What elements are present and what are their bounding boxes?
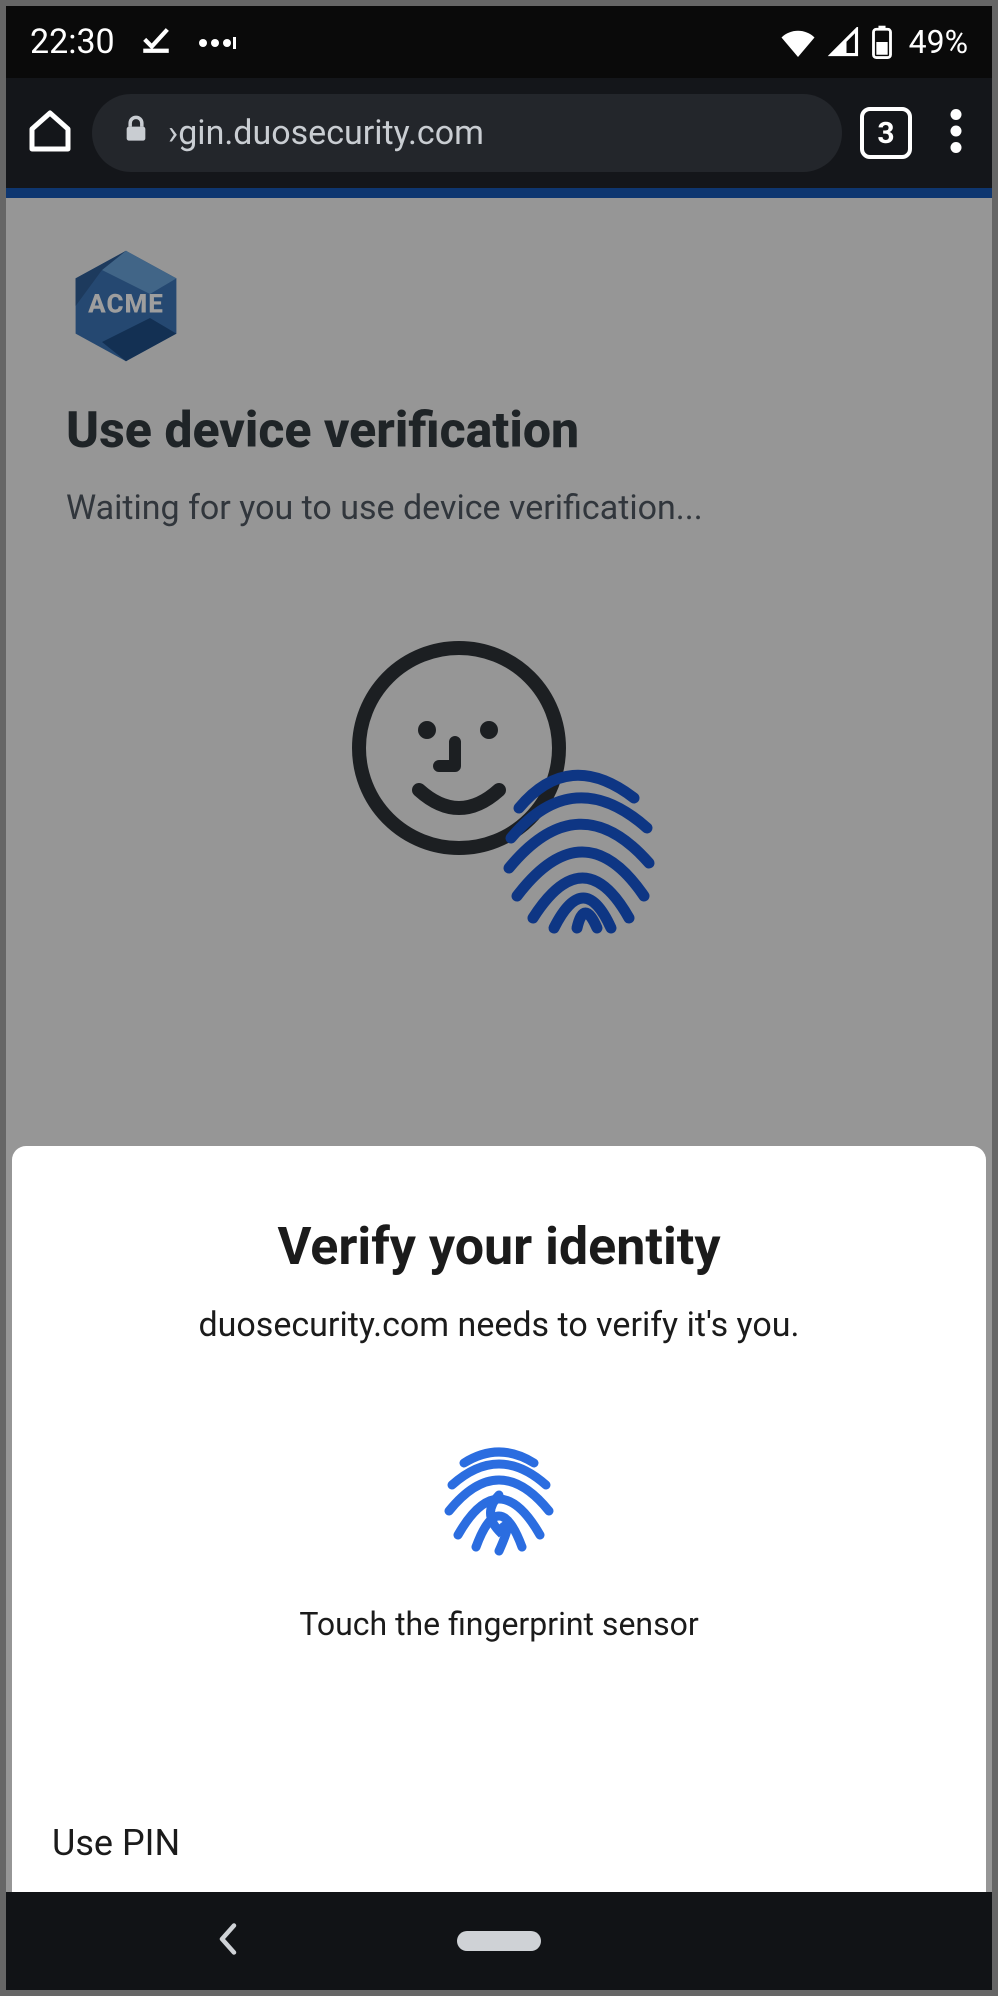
- use-pin-button[interactable]: Use PIN: [52, 1822, 180, 1864]
- dialog-title: Verify your identity: [52, 1216, 946, 1277]
- battery-icon: [871, 25, 893, 59]
- home-handle[interactable]: [457, 1931, 541, 1951]
- url-text: ›gin.duosecurity.com: [168, 113, 484, 153]
- status-bar: 22:30 49%: [6, 6, 992, 78]
- browser-toolbar: ›gin.duosecurity.com 3: [6, 78, 992, 188]
- dialog-subtitle: duosecurity.com needs to verify it's you…: [52, 1305, 946, 1345]
- back-icon[interactable]: [216, 1921, 240, 1961]
- status-time: 22:30: [30, 22, 115, 62]
- tabs-button[interactable]: 3: [860, 107, 912, 159]
- overflow-menu-icon[interactable]: [930, 109, 972, 157]
- tab-count: 3: [877, 116, 894, 151]
- wifi-icon: [779, 27, 817, 57]
- dialog-instruction: Touch the fingerprint sensor: [52, 1605, 946, 1643]
- fingerprint-dialog: Verify your identity duosecurity.com nee…: [12, 1146, 986, 1892]
- cellular-icon: [827, 27, 861, 57]
- system-nav-bar: [6, 1892, 992, 1990]
- more-notifications-icon: [197, 22, 237, 62]
- url-bar[interactable]: ›gin.duosecurity.com: [92, 94, 842, 172]
- battery-percentage: 49%: [909, 23, 968, 61]
- fingerprint-icon: [52, 1435, 946, 1565]
- home-icon[interactable]: [26, 107, 74, 159]
- checkmark-icon: [139, 21, 173, 64]
- lock-icon: [122, 113, 150, 153]
